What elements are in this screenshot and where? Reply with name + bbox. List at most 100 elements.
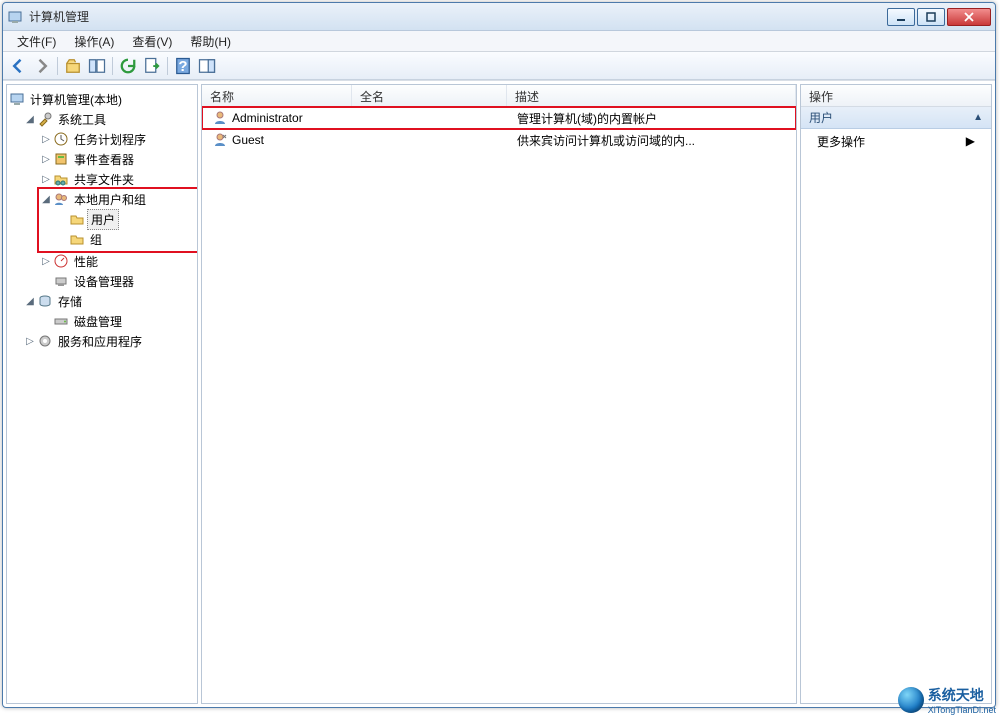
tree-users[interactable]: 用户 xyxy=(55,209,197,229)
collapse-icon[interactable]: ◢ xyxy=(25,296,35,306)
collapse-icon[interactable]: ◢ xyxy=(25,114,35,124)
actions-pane: 操作 用户 ▲ 更多操作 ▶ xyxy=(800,84,992,704)
window-title: 计算机管理 xyxy=(29,8,887,25)
watermark-title: 系统天地 xyxy=(928,687,984,703)
tree-label: 用户 xyxy=(87,209,119,230)
user-icon xyxy=(212,110,228,126)
minimize-button[interactable] xyxy=(887,8,915,26)
tree-label: 共享文件夹 xyxy=(71,170,137,189)
tree-label: 事件查看器 xyxy=(71,150,137,169)
tools-icon xyxy=(37,111,53,127)
watermark: 系统天地 XiTongTianDi.net xyxy=(898,685,996,715)
tree-event-viewer[interactable]: ▷ 事件查看器 xyxy=(39,149,197,169)
column-name[interactable]: 名称 xyxy=(202,85,352,106)
show-hide-tree-button[interactable] xyxy=(86,55,108,77)
forward-button[interactable] xyxy=(31,55,53,77)
actions-header: 操作 xyxy=(801,85,991,107)
tree-disk-management[interactable]: 磁盘管理 xyxy=(39,311,197,331)
user-description: 管理计算机(域)的内置帐户 xyxy=(517,110,657,127)
show-actions-button[interactable] xyxy=(196,55,218,77)
tree-label: 存储 xyxy=(55,292,85,311)
chevron-right-icon: ▶ xyxy=(966,134,975,148)
toolbar-separator xyxy=(57,57,58,75)
close-button[interactable] xyxy=(947,8,991,26)
tree-groups[interactable]: 组 xyxy=(55,229,197,249)
list-row-administrator[interactable]: Administrator 管理计算机(域)的内置帐户 xyxy=(202,107,796,129)
tree-label: 组 xyxy=(87,230,105,249)
storage-icon xyxy=(37,293,53,309)
window-controls xyxy=(887,8,991,26)
tree-label: 磁盘管理 xyxy=(71,312,125,331)
tree-label: 性能 xyxy=(71,252,101,271)
nav-tree[interactable]: 计算机管理(本地) ◢ 系统工具 ▷ xyxy=(7,89,197,351)
title-bar[interactable]: 计算机管理 xyxy=(3,3,995,31)
user-name: Guest xyxy=(232,133,264,147)
services-icon xyxy=(37,333,53,349)
column-description[interactable]: 描述 xyxy=(507,85,796,106)
up-button[interactable] xyxy=(62,55,84,77)
folder-icon xyxy=(69,231,85,247)
device-icon xyxy=(53,273,69,289)
users-group-icon xyxy=(53,191,69,207)
main-body: 计算机管理(本地) ◢ 系统工具 ▷ xyxy=(3,80,995,707)
tree-root[interactable]: 计算机管理(本地) xyxy=(7,89,197,109)
tree-performance[interactable]: ▷ 性能 xyxy=(39,251,197,271)
expand-icon[interactable]: ▷ xyxy=(41,256,51,266)
actions-more[interactable]: 更多操作 ▶ xyxy=(801,129,991,153)
tree-pane[interactable]: 计算机管理(本地) ◢ 系统工具 ▷ xyxy=(6,84,198,704)
watermark-url: XiTongTianDi.net xyxy=(928,705,996,715)
back-button[interactable] xyxy=(7,55,29,77)
tree-shared-folders[interactable]: ▷ 共享文件夹 xyxy=(39,169,197,189)
tree-local-users-groups[interactable]: ◢ 本地用户和组 xyxy=(39,189,197,209)
tree-system-tools[interactable]: ◢ 系统工具 xyxy=(23,109,197,129)
disk-icon xyxy=(53,313,69,329)
expand-icon[interactable]: ▷ xyxy=(25,336,35,346)
tree-label: 计算机管理(本地) xyxy=(27,90,125,109)
menu-view[interactable]: 查看(V) xyxy=(124,31,180,52)
svg-text:?: ? xyxy=(178,58,187,75)
event-icon xyxy=(53,151,69,167)
user-description: 供来宾访问计算机或访问域的内... xyxy=(517,132,695,149)
export-button[interactable] xyxy=(141,55,163,77)
actions-more-label: 更多操作 xyxy=(817,133,865,150)
tree-label: 服务和应用程序 xyxy=(55,332,145,351)
user-name: Administrator xyxy=(232,111,303,125)
tree-label: 本地用户和组 xyxy=(71,190,149,209)
tree-device-manager[interactable]: 设备管理器 xyxy=(39,271,197,291)
list-row-guest[interactable]: Guest 供来宾访问计算机或访问域的内... xyxy=(202,129,796,151)
expand-icon[interactable]: ▷ xyxy=(41,134,51,144)
expand-icon[interactable]: ▷ xyxy=(41,154,51,164)
computer-icon xyxy=(9,91,25,107)
collapse-arrow-icon: ▲ xyxy=(973,112,983,123)
menu-action[interactable]: 操作(A) xyxy=(66,31,122,52)
list-header: 名称 全名 描述 xyxy=(202,85,796,107)
actions-group-label: 用户 xyxy=(809,109,833,126)
refresh-button[interactable] xyxy=(117,55,139,77)
tree-label: 系统工具 xyxy=(55,110,109,129)
app-icon xyxy=(7,9,23,25)
user-icon xyxy=(212,132,228,148)
menu-bar: 文件(F) 操作(A) 查看(V) 帮助(H) xyxy=(3,31,995,52)
menu-help[interactable]: 帮助(H) xyxy=(182,31,239,52)
globe-icon xyxy=(898,687,924,713)
performance-icon xyxy=(53,253,69,269)
help-button[interactable]: ? xyxy=(172,55,194,77)
app-window: 计算机管理 文件(F) 操作(A) 查看(V) 帮助(H) ? xyxy=(2,2,996,708)
tree-label: 任务计划程序 xyxy=(71,130,149,149)
list-pane: 名称 全名 描述 Administrator 管理计算机(域)的内置帐户 Gu xyxy=(201,84,797,704)
actions-group-header[interactable]: 用户 ▲ xyxy=(801,107,991,129)
tree-task-scheduler[interactable]: ▷ 任务计划程序 xyxy=(39,129,197,149)
tree-services-apps[interactable]: ▷ 服务和应用程序 xyxy=(23,331,197,351)
list-body: Administrator 管理计算机(域)的内置帐户 Guest 供来宾访问计… xyxy=(202,107,796,151)
maximize-button[interactable] xyxy=(917,8,945,26)
tree-label: 设备管理器 xyxy=(71,272,137,291)
clock-icon xyxy=(53,131,69,147)
collapse-icon[interactable]: ◢ xyxy=(41,194,51,204)
column-fullname[interactable]: 全名 xyxy=(352,85,507,106)
tree-storage[interactable]: ◢ 存储 xyxy=(23,291,197,311)
menu-file[interactable]: 文件(F) xyxy=(9,31,64,52)
shared-folder-icon xyxy=(53,171,69,187)
expand-icon[interactable]: ▷ xyxy=(41,174,51,184)
folder-icon xyxy=(69,211,85,227)
toolbar: ? xyxy=(3,52,995,80)
